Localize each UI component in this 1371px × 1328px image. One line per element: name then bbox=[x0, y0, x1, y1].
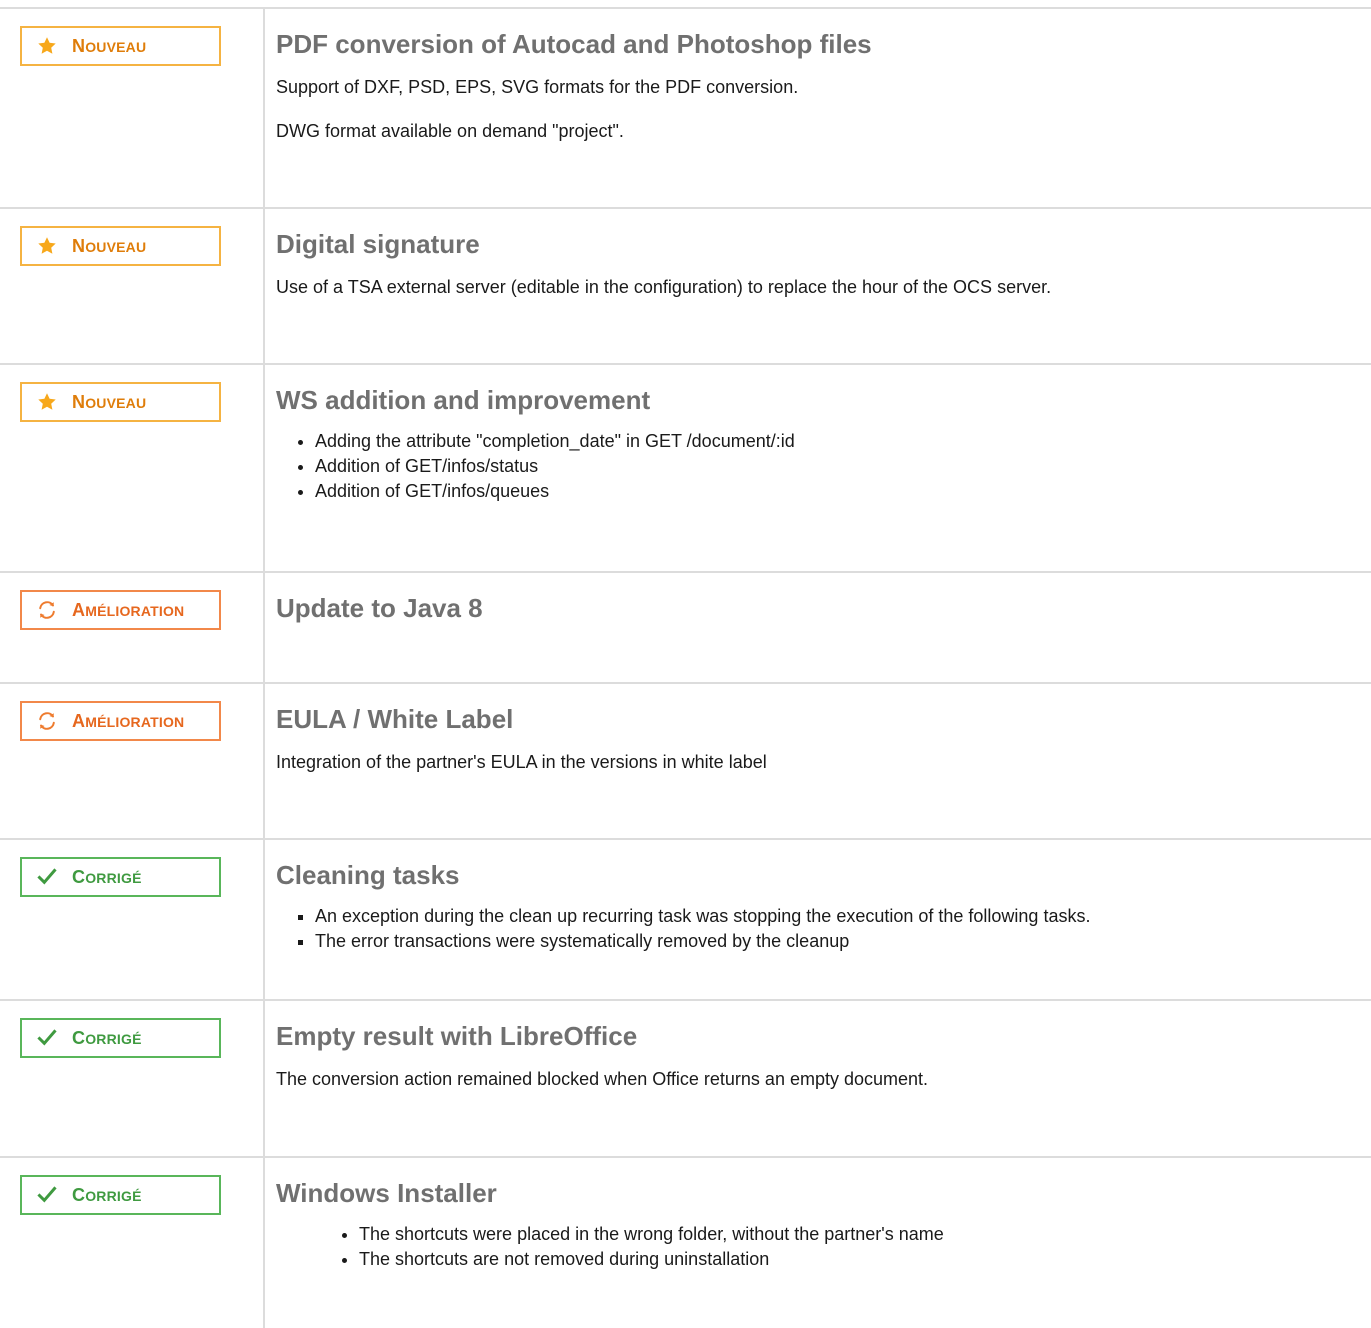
badge-cell: Nouveau bbox=[0, 363, 265, 572]
badge-cap: N bbox=[72, 235, 86, 256]
badge-label: mélioration bbox=[85, 713, 185, 730]
badge-cell: Corrigé bbox=[0, 838, 265, 1000]
check-icon bbox=[36, 1027, 58, 1049]
table-row: Amélioration Update to Java 8 bbox=[0, 571, 1371, 683]
badge-cap: C bbox=[72, 1027, 86, 1048]
badge-label: mélioration bbox=[85, 602, 185, 619]
badge-cell: Corrigé bbox=[0, 999, 265, 1157]
check-icon bbox=[36, 866, 58, 888]
entry-title: Cleaning tasks bbox=[276, 860, 460, 890]
entry-title: Windows Installer bbox=[276, 1178, 497, 1208]
badge-nouveau: Nouveau bbox=[20, 226, 221, 266]
refresh-icon bbox=[36, 599, 58, 621]
badge-cell: Amélioration bbox=[0, 682, 265, 839]
badge-amelioration: Amélioration bbox=[20, 590, 221, 630]
entry-title: Update to Java 8 bbox=[276, 593, 483, 623]
badge-nouveau: Nouveau bbox=[20, 382, 221, 422]
badge-cap: C bbox=[72, 1184, 86, 1205]
entry-title: EULA / White Label bbox=[276, 704, 514, 734]
badge-corrige: Corrigé bbox=[20, 1175, 221, 1215]
content-cell: WS addition and improvement Adding the a… bbox=[264, 363, 1371, 572]
entry-text: Support of DXF, PSD, EPS, SVG formats fo… bbox=[276, 77, 799, 97]
list-item: The error transactions were systematical… bbox=[315, 929, 1371, 954]
table-row: Corrigé Cleaning tasks An exception duri… bbox=[0, 838, 1371, 1000]
table-row: Nouveau Digital signature Use of a TSA e… bbox=[0, 207, 1371, 364]
table-row: Corrigé Empty result with LibreOffice Th… bbox=[0, 999, 1371, 1157]
bullet-list: An exception during the clean up recurri… bbox=[276, 904, 1371, 954]
entry-text: Use of a TSA external server (editable i… bbox=[276, 277, 1052, 297]
entry-text: DWG format available on demand "project"… bbox=[276, 121, 624, 141]
list-item: Addition of GET/infos/status bbox=[315, 454, 1371, 479]
content-cell: Update to Java 8 bbox=[264, 571, 1371, 683]
badge-cap: N bbox=[72, 35, 86, 56]
star-icon bbox=[36, 391, 58, 413]
badge-cap: C bbox=[72, 866, 86, 887]
content-cell: PDF conversion of Autocad and Photoshop … bbox=[264, 7, 1371, 208]
badge-cap: A bbox=[72, 710, 86, 731]
badge-label: ouveau bbox=[85, 238, 147, 255]
content-cell: Empty result with LibreOffice The conver… bbox=[264, 999, 1371, 1157]
entry-title: Empty result with LibreOffice bbox=[276, 1021, 638, 1051]
star-icon bbox=[36, 235, 58, 257]
list-item: The shortcuts were placed in the wrong f… bbox=[359, 1222, 1371, 1247]
table-row: Nouveau WS addition and improvement Addi… bbox=[0, 363, 1371, 572]
table-row: Amélioration EULA / White Label Integrat… bbox=[0, 682, 1371, 839]
entry-title: WS addition and improvement bbox=[276, 385, 651, 415]
entry-title: PDF conversion of Autocad and Photoshop … bbox=[276, 29, 872, 59]
list-item: Adding the attribute "completion_date" i… bbox=[315, 429, 1371, 454]
badge-label: ouveau bbox=[85, 394, 147, 411]
table-row: Corrigé Windows Installer The shortcuts … bbox=[0, 1156, 1371, 1328]
badge-label: ouveau bbox=[85, 38, 147, 55]
star-icon bbox=[36, 35, 58, 57]
badge-label: orrigé bbox=[85, 869, 142, 886]
entry-text: The conversion action remained blocked w… bbox=[276, 1069, 929, 1089]
list-item: The shortcuts are not removed during uni… bbox=[359, 1247, 1371, 1272]
refresh-icon bbox=[36, 710, 58, 732]
badge-label: orrigé bbox=[85, 1187, 142, 1204]
badge-nouveau: Nouveau bbox=[20, 26, 221, 66]
content-cell: Windows Installer The shortcuts were pla… bbox=[264, 1156, 1371, 1328]
list-item: Addition of GET/infos/queues bbox=[315, 479, 1371, 504]
entry-text: Integration of the partner's EULA in the… bbox=[276, 752, 767, 772]
badge-cap: N bbox=[72, 391, 86, 412]
release-notes-table: Nouveau PDF conversion of Autocad and Ph… bbox=[0, 7, 1371, 1328]
check-icon bbox=[36, 1184, 58, 1206]
badge-cell: Nouveau bbox=[0, 7, 265, 208]
badge-corrige: Corrigé bbox=[20, 857, 221, 897]
badge-cap: A bbox=[72, 599, 86, 620]
badge-corrige: Corrigé bbox=[20, 1018, 221, 1058]
badge-cell: Corrigé bbox=[0, 1156, 265, 1328]
badge-cell: Amélioration bbox=[0, 571, 265, 683]
entry-title: Digital signature bbox=[276, 229, 480, 259]
content-cell: Cleaning tasks An exception during the c… bbox=[264, 838, 1371, 1000]
badge-label: orrigé bbox=[85, 1030, 142, 1047]
bullet-list: The shortcuts were placed in the wrong f… bbox=[276, 1222, 1371, 1272]
content-cell: EULA / White Label Integration of the pa… bbox=[264, 682, 1371, 839]
content-cell: Digital signature Use of a TSA external … bbox=[264, 207, 1371, 364]
badge-cell: Nouveau bbox=[0, 207, 265, 364]
release-notes-page: Nouveau PDF conversion of Autocad and Ph… bbox=[0, 0, 1371, 1328]
list-item: An exception during the clean up recurri… bbox=[315, 904, 1371, 929]
table-row: Nouveau PDF conversion of Autocad and Ph… bbox=[0, 7, 1371, 208]
bullet-list: Adding the attribute "completion_date" i… bbox=[276, 429, 1371, 504]
badge-amelioration: Amélioration bbox=[20, 701, 221, 741]
